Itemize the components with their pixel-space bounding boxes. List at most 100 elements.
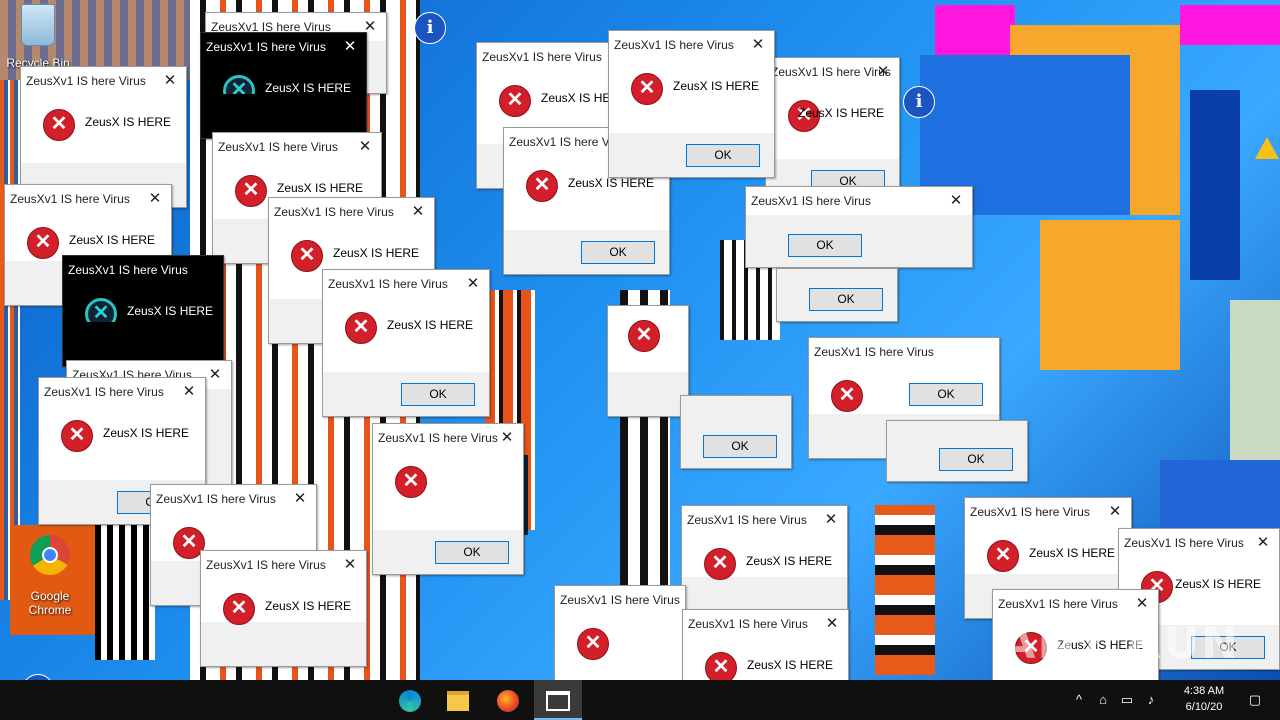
error-x-icon: ✕ xyxy=(831,380,863,412)
dialog-title: ZeusXv1 IS here Virus xyxy=(809,338,999,366)
desktop: Recycle Bin Google Chrome i i ZeusXv1 IS… xyxy=(0,0,1280,680)
close-icon[interactable]: ✕ xyxy=(173,378,205,406)
dialog-message: ZeusX IS HERE xyxy=(387,318,474,332)
error-x-icon: ✕ xyxy=(61,420,93,452)
ok-button[interactable]: OK xyxy=(909,383,983,406)
error-x-icon: ✕ xyxy=(987,540,1019,572)
error-dialog: OK xyxy=(886,420,1028,482)
error-x-icon: ✕ xyxy=(631,73,663,105)
chevron-up-icon[interactable]: ^ xyxy=(1068,680,1090,720)
anyrun-watermark: ANY RUN xyxy=(1001,618,1240,669)
error-x-icon: ✕ xyxy=(27,227,59,259)
ok-button[interactable]: OK xyxy=(435,541,509,564)
error-dialog: ZeusXv1 IS here Virus ✕ ✕ OK xyxy=(372,423,524,575)
clock-time: 4:38 AM xyxy=(1183,685,1225,697)
recycle-bin[interactable]: Recycle Bin xyxy=(0,4,76,70)
close-icon[interactable]: ✕ xyxy=(284,485,316,513)
ok-button[interactable]: OK xyxy=(809,288,883,311)
error-x-icon: ✕ xyxy=(223,593,255,625)
error-dialog: ✕ xyxy=(607,305,689,417)
close-icon[interactable]: ✕ xyxy=(1099,498,1131,526)
error-dialog: ZeusXv1 IS here Virus ✕ ✕ZeusX IS HERE O… xyxy=(322,269,490,417)
info-icon: i xyxy=(903,86,935,118)
dialog-message: ZeusX IS HERE xyxy=(265,599,352,613)
ok-button[interactable]: OK xyxy=(703,435,777,458)
error-x-icon: ✕ xyxy=(526,170,558,202)
dialog-message: ZeusX IS HERE xyxy=(265,81,352,95)
glitch-block xyxy=(1040,220,1180,370)
google-chrome-shortcut[interactable]: Google Chrome xyxy=(12,535,88,617)
ok-button[interactable]: OK xyxy=(581,241,655,264)
close-icon[interactable]: ✕ xyxy=(139,185,171,213)
ok-button[interactable]: OK xyxy=(686,144,760,167)
error-dialog: ZeusXv1 IS here Virus ✕ ✕ZeusX IS HERE O… xyxy=(765,57,900,204)
dialog-message: ZeusX IS HERE xyxy=(333,246,420,260)
dialog-title: ZeusXv1 IS here Virus xyxy=(63,256,223,284)
ok-button[interactable]: OK xyxy=(401,383,475,406)
usb-icon[interactable]: ⌂ xyxy=(1092,680,1114,720)
error-x-icon: ✕ xyxy=(704,548,736,580)
taskbar: ^ ⌂ ▭ ♪ 4:38 AM 6/10/20 ▢ xyxy=(0,680,1280,720)
warning-icon xyxy=(1255,137,1279,159)
volume-icon[interactable]: ♪ xyxy=(1140,680,1162,720)
firefox-icon[interactable] xyxy=(484,680,532,720)
clock[interactable]: 4:38 AM 6/10/20 xyxy=(1172,680,1236,720)
dialog-message: ZeusX IS HERE xyxy=(277,181,364,195)
error-dialog: ZeusXv1 IS here Virus ✕ ✕ ZeusX IS HERE xyxy=(681,505,848,622)
dialog-message: ZeusX IS HERE xyxy=(747,658,834,672)
network-icon[interactable]: ▭ xyxy=(1116,680,1138,720)
error-dialog: ZeusXv1 IS here Virus ✕ ✕ ZeusX IS HERE xyxy=(200,32,367,139)
dialog-message: ZeusX IS HERE xyxy=(103,426,190,440)
close-icon[interactable]: ✕ xyxy=(816,610,848,638)
glitch-block xyxy=(0,80,20,600)
glitch-block xyxy=(935,5,1015,55)
error-dialog: ZeusXv1 IS here Virus ✕ ZeusX IS HERE xyxy=(62,255,224,367)
close-icon[interactable]: ✕ xyxy=(334,33,366,61)
close-icon[interactable]: ✕ xyxy=(402,198,434,226)
close-icon[interactable]: ✕ xyxy=(940,187,972,215)
close-icon[interactable]: ✕ xyxy=(457,270,489,298)
close-icon[interactable]: ✕ xyxy=(491,424,523,452)
ok-button[interactable]: OK xyxy=(939,448,1013,471)
glitch-block xyxy=(875,505,935,675)
file-explorer-icon[interactable] xyxy=(434,680,482,720)
glitch-block xyxy=(1160,460,1280,530)
close-icon[interactable]: ✕ xyxy=(1247,529,1279,557)
close-icon[interactable]: ✕ xyxy=(815,506,847,534)
error-x-icon: ✕ xyxy=(577,628,609,660)
close-icon[interactable]: ✕ xyxy=(349,133,381,161)
error-x-icon: ✕ xyxy=(345,312,377,344)
error-dialog: OK xyxy=(776,268,898,322)
glitch-block xyxy=(1180,5,1280,45)
error-dialog: OK xyxy=(680,395,792,469)
dialog-message: ZeusX IS HERE xyxy=(1029,546,1116,560)
error-dialog: ZeusXv1 IS here Virus ✕ ✕ ZeusX IS HERE xyxy=(682,609,849,680)
dialog-message: ZeusX IS HERE xyxy=(85,115,172,129)
error-x-icon: ✕ xyxy=(43,109,75,141)
dialog-title: ZeusXv1 IS here Virus xyxy=(746,187,972,215)
error-x-icon: ✕ xyxy=(705,652,737,680)
notification-icon[interactable]: ▢ xyxy=(1240,680,1270,720)
close-icon[interactable]: ✕ xyxy=(154,67,186,95)
dialog-message: ZeusX IS HERE xyxy=(1175,577,1262,591)
ok-button[interactable]: OK xyxy=(788,234,862,257)
close-icon[interactable]: ✕ xyxy=(334,551,366,579)
clock-date: 6/10/20 xyxy=(1185,701,1223,713)
glitch-block xyxy=(1230,300,1280,480)
dialog-message: ZeusX IS HERE xyxy=(127,304,214,318)
window-app-icon[interactable] xyxy=(534,680,582,720)
error-x-icon: ✕ xyxy=(291,240,323,272)
chrome-label: Google Chrome xyxy=(28,589,72,617)
error-x-icon: ✕ xyxy=(499,85,531,117)
error-x-icon: ✕ xyxy=(628,320,660,352)
glitch-block xyxy=(95,520,155,660)
error-dialog: ZeusXv1 IS here Virus ✕ ✕ ZeusX IS HERE xyxy=(200,550,367,667)
close-icon[interactable]: ✕ xyxy=(742,31,774,59)
edge-icon[interactable] xyxy=(386,680,434,720)
dialog-title: ZeusXv1 IS here Virus xyxy=(555,586,685,614)
error-dialog: ZeusXv1 IS here Virus ✕ ✕ZeusX IS HERE O… xyxy=(608,30,775,178)
close-icon[interactable]: ✕ xyxy=(867,58,899,86)
dialog-message: ZeusX IS HERE xyxy=(69,233,156,247)
dialog-message: ZeusX IS HERE xyxy=(673,79,760,93)
close-icon[interactable]: ✕ xyxy=(1126,590,1158,618)
